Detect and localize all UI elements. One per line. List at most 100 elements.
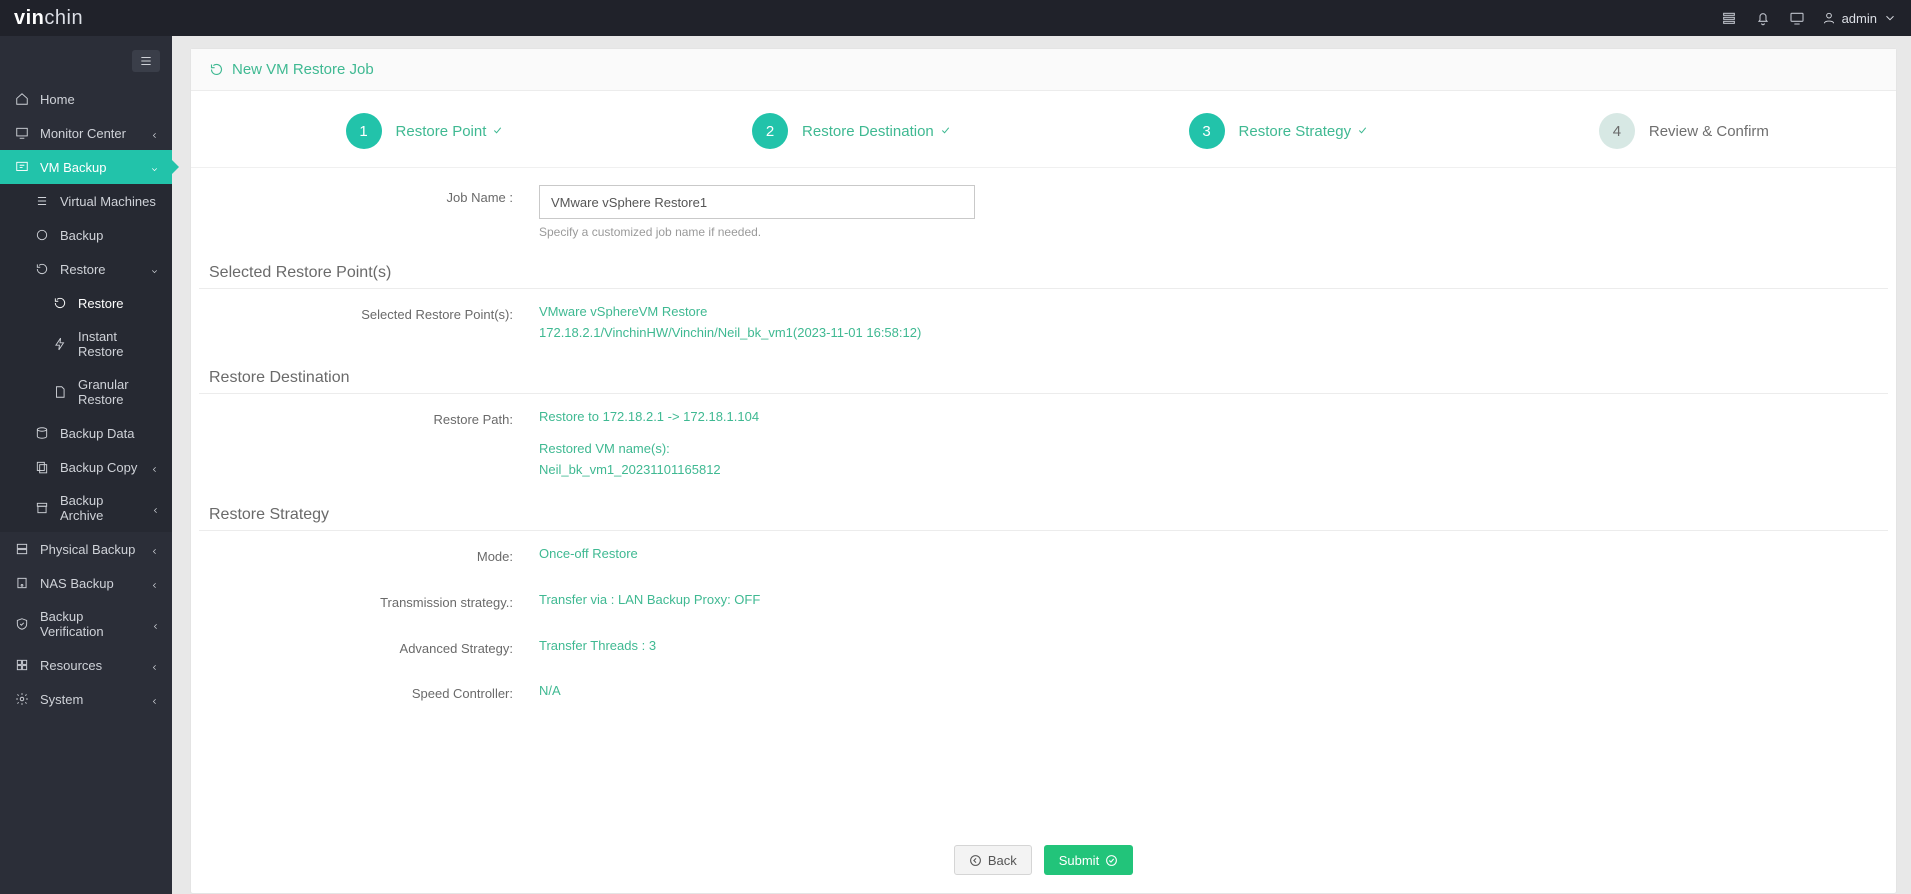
sidebar-toggle[interactable] [132,50,160,72]
sidebar-item-granular-restore[interactable]: Granular Restore [0,368,172,416]
panel-footer: Back Submit [191,827,1896,893]
circle-icon [34,227,50,243]
sidebar-label: Granular Restore [78,377,160,407]
chevron-left-icon [150,660,160,670]
sidebar-label: Restore [78,296,124,311]
sidebar-label: Backup Copy [60,460,137,475]
sidebar-item-physical[interactable]: Physical Backup [0,532,172,566]
step-number: 4 [1599,113,1635,149]
sidebar-item-vms[interactable]: Virtual Machines [0,184,172,218]
restore-point-value-2: 172.18.2.1/VinchinHW/Vinchin/Neil_bk_vm1… [539,323,1888,344]
step-label: Review & Confirm [1649,123,1769,140]
screen-icon[interactable] [1780,0,1814,36]
arrow-left-icon [969,854,982,867]
sidebar-label: System [40,692,83,707]
home-icon [14,91,30,107]
sidebar-item-monitor[interactable]: Monitor Center [0,116,172,150]
file-icon [52,384,68,400]
restore-icon [52,295,68,311]
restored-names-value: Neil_bk_vm1_20231101165812 [539,460,1888,481]
step-number: 3 [1189,113,1225,149]
sidebar-label: Monitor Center [40,126,126,141]
sidebar-item-instant-restore[interactable]: Instant Restore [0,320,172,368]
chevron-left-icon [151,619,160,629]
sidebar-item-backup[interactable]: Backup [0,218,172,252]
back-button[interactable]: Back [954,845,1032,875]
sidebar-item-nas[interactable]: NAS Backup [0,566,172,600]
section-restore-points: Selected Restore Point(s) [199,254,1888,289]
restore-point-value-1: VMware vSphereVM Restore [539,302,1888,323]
panel-title: New VM Restore Job [232,61,374,78]
job-name-input[interactable] [539,185,975,219]
restore-path-value: Restore to 172.18.2.1 -> 172.18.1.104 [539,407,1888,428]
user-icon [1822,11,1836,25]
step-restore-destination[interactable]: 2 Restore Destination [638,113,1065,149]
sidebar-item-home[interactable]: Home [0,82,172,116]
check-circle-icon [1105,854,1118,867]
sidebar-label: Physical Backup [40,542,135,557]
submit-button-label: Submit [1059,853,1099,868]
chevron-left-icon [150,462,160,472]
section-restore-destination: Restore Destination [199,359,1888,394]
step-label: Restore Destination [802,123,934,140]
sidebar-label: Restore [60,262,106,277]
brand-part1: vin [14,7,44,29]
data-icon [34,425,50,441]
restored-names-label: Restored VM name(s): [539,439,1888,460]
chevron-left-icon [151,503,160,513]
mode-value: Once-off Restore [539,544,1888,565]
chevron-left-icon [150,578,160,588]
submit-button[interactable]: Submit [1044,845,1133,875]
sidebar-label: Home [40,92,75,107]
advanced-value: Transfer Threads : 3 [539,636,1888,657]
form-body: Job Name : Specify a customized job name… [191,168,1896,827]
notification-bell-icon[interactable] [1746,0,1780,36]
sidebar-item-backup-copy[interactable]: Backup Copy [0,450,172,484]
task-list-icon[interactable] [1712,0,1746,36]
sidebar-item-backup-archive[interactable]: Backup Archive [0,484,172,532]
sidebar-item-backup-data[interactable]: Backup Data [0,416,172,450]
step-restore-strategy[interactable]: 3 Restore Strategy [1065,113,1492,149]
user-label: admin [1842,11,1877,26]
list-icon [34,193,50,209]
grid-icon [14,657,30,673]
brand-logo: vinchin [14,7,83,30]
step-review-confirm[interactable]: 4 Review & Confirm [1492,113,1876,149]
chevron-down-icon [1883,11,1897,25]
restore-icon [209,62,224,77]
monitor-icon [14,125,30,141]
sidebar-label: Backup Archive [60,493,141,523]
mode-label: Mode: [199,544,539,564]
step-restore-point[interactable]: 1 Restore Point [211,113,638,149]
main-content: New VM Restore Job 1 Restore Point 2 Res… [172,36,1911,894]
sidebar-item-verification[interactable]: Backup Verification [0,600,172,648]
archive-icon [34,500,50,516]
step-label: Restore Strategy [1239,123,1352,140]
chevron-left-icon [150,128,160,138]
wizard-steps: 1 Restore Point 2 Restore Destination 3 [191,91,1896,168]
sidebar-item-system[interactable]: System [0,682,172,716]
transmission-value: Transfer via : LAN Backup Proxy: OFF [539,590,1888,611]
step-number: 2 [752,113,788,149]
check-icon [492,123,503,140]
sidebar-item-vm-backup[interactable]: VM Backup [0,150,172,184]
nas-icon [14,575,30,591]
job-name-help: Specify a customized job name if needed. [539,225,1888,239]
sidebar-label: Backup Verification [40,609,141,639]
chevron-left-icon [150,544,160,554]
restore-points-label: Selected Restore Point(s): [199,302,539,322]
step-label: Restore Point [396,123,487,140]
sidebar-label: Backup Data [60,426,134,441]
sidebar-label: Virtual Machines [60,194,156,209]
check-icon [940,123,951,140]
server-icon [14,541,30,557]
sidebar-item-restore-restore[interactable]: Restore [0,286,172,320]
restore-path-label: Restore Path: [199,407,539,427]
sidebar-label: VM Backup [40,160,106,175]
section-restore-strategy: Restore Strategy [199,496,1888,531]
sidebar-label: Instant Restore [78,329,160,359]
gear-icon [14,691,30,707]
sidebar-item-resources[interactable]: Resources [0,648,172,682]
user-menu[interactable]: admin [1814,11,1897,26]
sidebar-item-restore[interactable]: Restore [0,252,172,286]
